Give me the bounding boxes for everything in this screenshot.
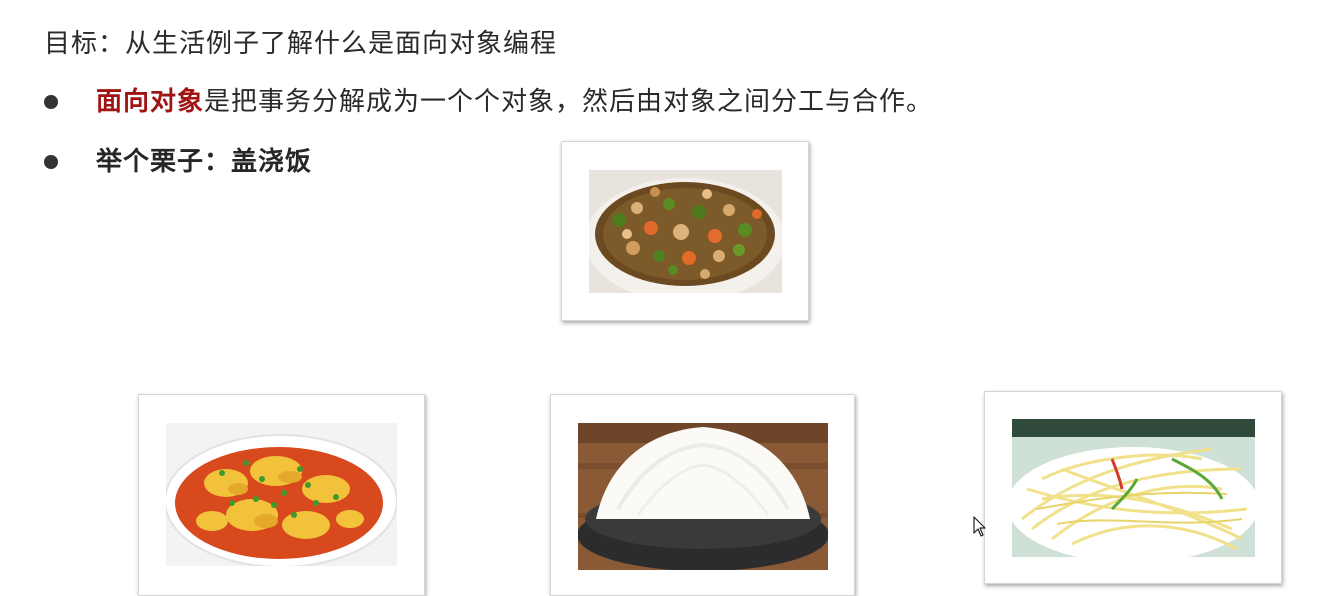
- tomato-egg-image: [166, 423, 397, 566]
- bullet-definition-text: 是把事务分解成为一个个对象，然后由对象之间分工与合作。: [204, 87, 934, 117]
- slide-title: 目标：从生活例子了解什么是面向对象编程: [44, 29, 558, 59]
- bullet-text: 面向对象是把事务分解成为一个个对象，然后由对象之间分工与合作。: [96, 82, 933, 122]
- shredded-potato-photo: [984, 391, 1282, 584]
- bullet-example-text: 举个栗子：盖浇饭: [96, 147, 313, 177]
- rice-bowl-image: [578, 423, 828, 570]
- bullet-dot-icon: [44, 95, 58, 109]
- mouse-pointer-icon: [973, 516, 986, 537]
- bullet-item-definition: 面向对象是把事务分解成为一个个对象，然后由对象之间分工与合作。: [44, 82, 933, 122]
- tomato-egg-photo: [138, 394, 425, 596]
- bullet-item-example: 举个栗子：盖浇饭: [44, 142, 312, 182]
- rice-bowl-photo: [550, 394, 855, 596]
- shredded-potato-image: [1012, 419, 1255, 557]
- kung-pao-dish-photo: [561, 141, 809, 321]
- emphasis-term: 面向对象: [96, 87, 205, 117]
- bullet-dot-icon: [44, 155, 58, 169]
- kung-pao-dish-image: [589, 170, 782, 293]
